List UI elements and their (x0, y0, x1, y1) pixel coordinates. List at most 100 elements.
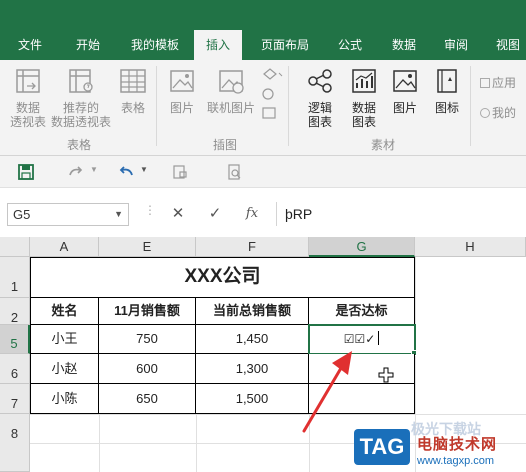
undo-icon[interactable] (116, 162, 136, 182)
row-header-7[interactable]: 7 (0, 384, 30, 414)
data-chart-icon (352, 69, 376, 93)
header-cell-total-sales[interactable]: 当前总销售额 (196, 298, 309, 325)
insert-function-button[interactable]: fx (240, 202, 264, 226)
quick-access-toolbar: ▼ ▼ (0, 156, 526, 188)
gridline (30, 414, 526, 415)
recommended-pivot-button[interactable]: 推荐的 数据透视表 (48, 66, 114, 129)
picture-button[interactable]: 图片 (164, 66, 200, 115)
picture-icon (393, 70, 417, 92)
apps-icon (480, 78, 490, 88)
redo-icon[interactable] (66, 162, 86, 182)
watermark-tag-badge: TAG (354, 429, 410, 465)
header-cell-november-sales[interactable]: 11月销售额 (99, 298, 196, 325)
sheet-title[interactable]: XXX公司 (30, 257, 415, 298)
cell-total-sales[interactable]: 1,300 (196, 354, 309, 384)
title-bar (0, 0, 526, 30)
tab-home[interactable]: 开始 (64, 30, 112, 60)
header-cell-name[interactable]: 姓名 (30, 298, 99, 325)
annotation-arrow (302, 351, 352, 433)
column-header-h[interactable]: H (415, 237, 526, 257)
tab-file[interactable]: 文件 (8, 30, 52, 60)
column-header-f[interactable]: F (196, 237, 309, 257)
pivot-table-button[interactable]: 数据 透视表 (6, 66, 50, 129)
online-picture-label: 联机图片 (206, 101, 255, 115)
table-label: 表格 (120, 101, 145, 115)
undo-dropdown-icon[interactable]: ▼ (140, 165, 148, 174)
ribbon-separator (288, 66, 289, 146)
group-label-materials: 素材 (370, 138, 395, 152)
cell-cursor-icon (378, 367, 394, 383)
row-header-2[interactable]: 2 (0, 298, 30, 325)
name-box[interactable]: G5 ▼ (7, 203, 129, 226)
select-all-corner[interactable] (0, 237, 30, 257)
enter-button[interactable]: ✓ (203, 202, 227, 226)
pivot-table-label: 数据 透视表 (9, 101, 46, 129)
cell-november-sales[interactable]: 750 (99, 325, 196, 354)
tab-page-layout[interactable]: 页面布局 (250, 30, 320, 60)
tab-review[interactable]: 审阅 (432, 30, 480, 60)
material-picture-button[interactable]: 图片 (388, 66, 422, 115)
cell-target-met-value: ☑☑✓ (343, 332, 376, 346)
column-header-a[interactable]: A (30, 237, 99, 257)
cell-name[interactable]: 小陈 (30, 384, 99, 414)
table-icon (120, 69, 146, 93)
data-chart-button[interactable]: 数据 图表 (346, 66, 382, 129)
cell-november-sales[interactable]: 650 (99, 384, 196, 414)
watermark: 极光下载站 TAG 电脑技术网 www.tagxp.com (349, 421, 526, 472)
cell-november-sales[interactable]: 600 (99, 354, 196, 384)
logic-chart-label: 逻辑 图表 (307, 101, 332, 129)
my-addins-label: 我的 (492, 106, 517, 120)
icon-label: 图标 (434, 101, 459, 115)
online-picture-button[interactable]: 联机图片 (204, 66, 258, 115)
my-addins-button[interactable]: 我的 (480, 104, 516, 121)
ribbon: 数据 透视表 推荐的 数据透视表 表格 表格 图片 联机图片 插图 逻辑 图表 … (0, 60, 526, 156)
cell-name[interactable]: 小赵 (30, 354, 99, 384)
cell-name[interactable]: 小王 (30, 325, 99, 354)
print-preview-icon[interactable] (170, 162, 190, 182)
formula-bar: G5 ▼ ⋮ ✕ ✓ fx þRP (0, 189, 526, 237)
picture-label: 图片 (169, 101, 194, 115)
redo-dropdown-icon[interactable]: ▼ (90, 165, 98, 174)
row-header-5[interactable]: 5 (0, 325, 30, 354)
online-picture-icon (219, 70, 244, 94)
formula-input[interactable]: þRP (276, 202, 526, 226)
shapes-icon[interactable] (260, 66, 284, 124)
chevron-down-icon[interactable]: ▼ (114, 204, 123, 225)
my-addins-icon (480, 108, 490, 118)
column-header-e[interactable]: E (99, 237, 196, 257)
text-cursor (378, 331, 380, 345)
tab-my-templates[interactable]: 我的模板 (120, 30, 190, 60)
watermark-url: www.tagxp.com (417, 455, 495, 467)
logic-chart-icon (308, 69, 332, 93)
tab-view[interactable]: 视图 (484, 30, 526, 60)
icon-button[interactable]: 图标 (430, 66, 464, 115)
tab-insert[interactable]: 插入 (194, 30, 242, 60)
header-cell-target-met[interactable]: 是否达标 (309, 298, 415, 325)
apps-button[interactable]: 应用 (480, 74, 516, 91)
watermark-text: 电脑技术网 (417, 436, 498, 453)
name-box-value: G5 (13, 207, 31, 222)
apps-label: 应用 (492, 76, 517, 90)
row-header-6[interactable]: 6 (0, 354, 30, 384)
row-header-8[interactable]: 8 (0, 414, 30, 472)
print-icon[interactable] (224, 162, 244, 182)
recommended-pivot-icon (69, 69, 93, 93)
table-button[interactable]: 表格 (116, 66, 150, 115)
picture-icon (170, 70, 194, 92)
recommended-pivot-label: 推荐的 数据透视表 (50, 101, 111, 129)
cell-total-sales[interactable]: 1,500 (196, 384, 309, 414)
cancel-button[interactable]: ✕ (166, 202, 190, 226)
tab-data[interactable]: 数据 (380, 30, 428, 60)
more-dots-icon: ⋮ (144, 203, 156, 217)
icon-icon (437, 69, 457, 93)
ribbon-tab-bar: 文件 开始 我的模板 插入 页面布局 公式 数据 审阅 视图 (0, 30, 526, 60)
logic-chart-button[interactable]: 逻辑 图表 (302, 66, 338, 129)
column-header-g[interactable]: G (309, 237, 415, 257)
save-icon[interactable] (16, 162, 36, 182)
tab-formulas[interactable]: 公式 (326, 30, 374, 60)
material-picture-label: 图片 (392, 101, 417, 115)
row-header-1[interactable]: 1 (0, 257, 30, 298)
cell-total-sales[interactable]: 1,450 (196, 325, 309, 354)
ribbon-separator (470, 66, 471, 146)
pivot-table-icon (16, 69, 40, 93)
